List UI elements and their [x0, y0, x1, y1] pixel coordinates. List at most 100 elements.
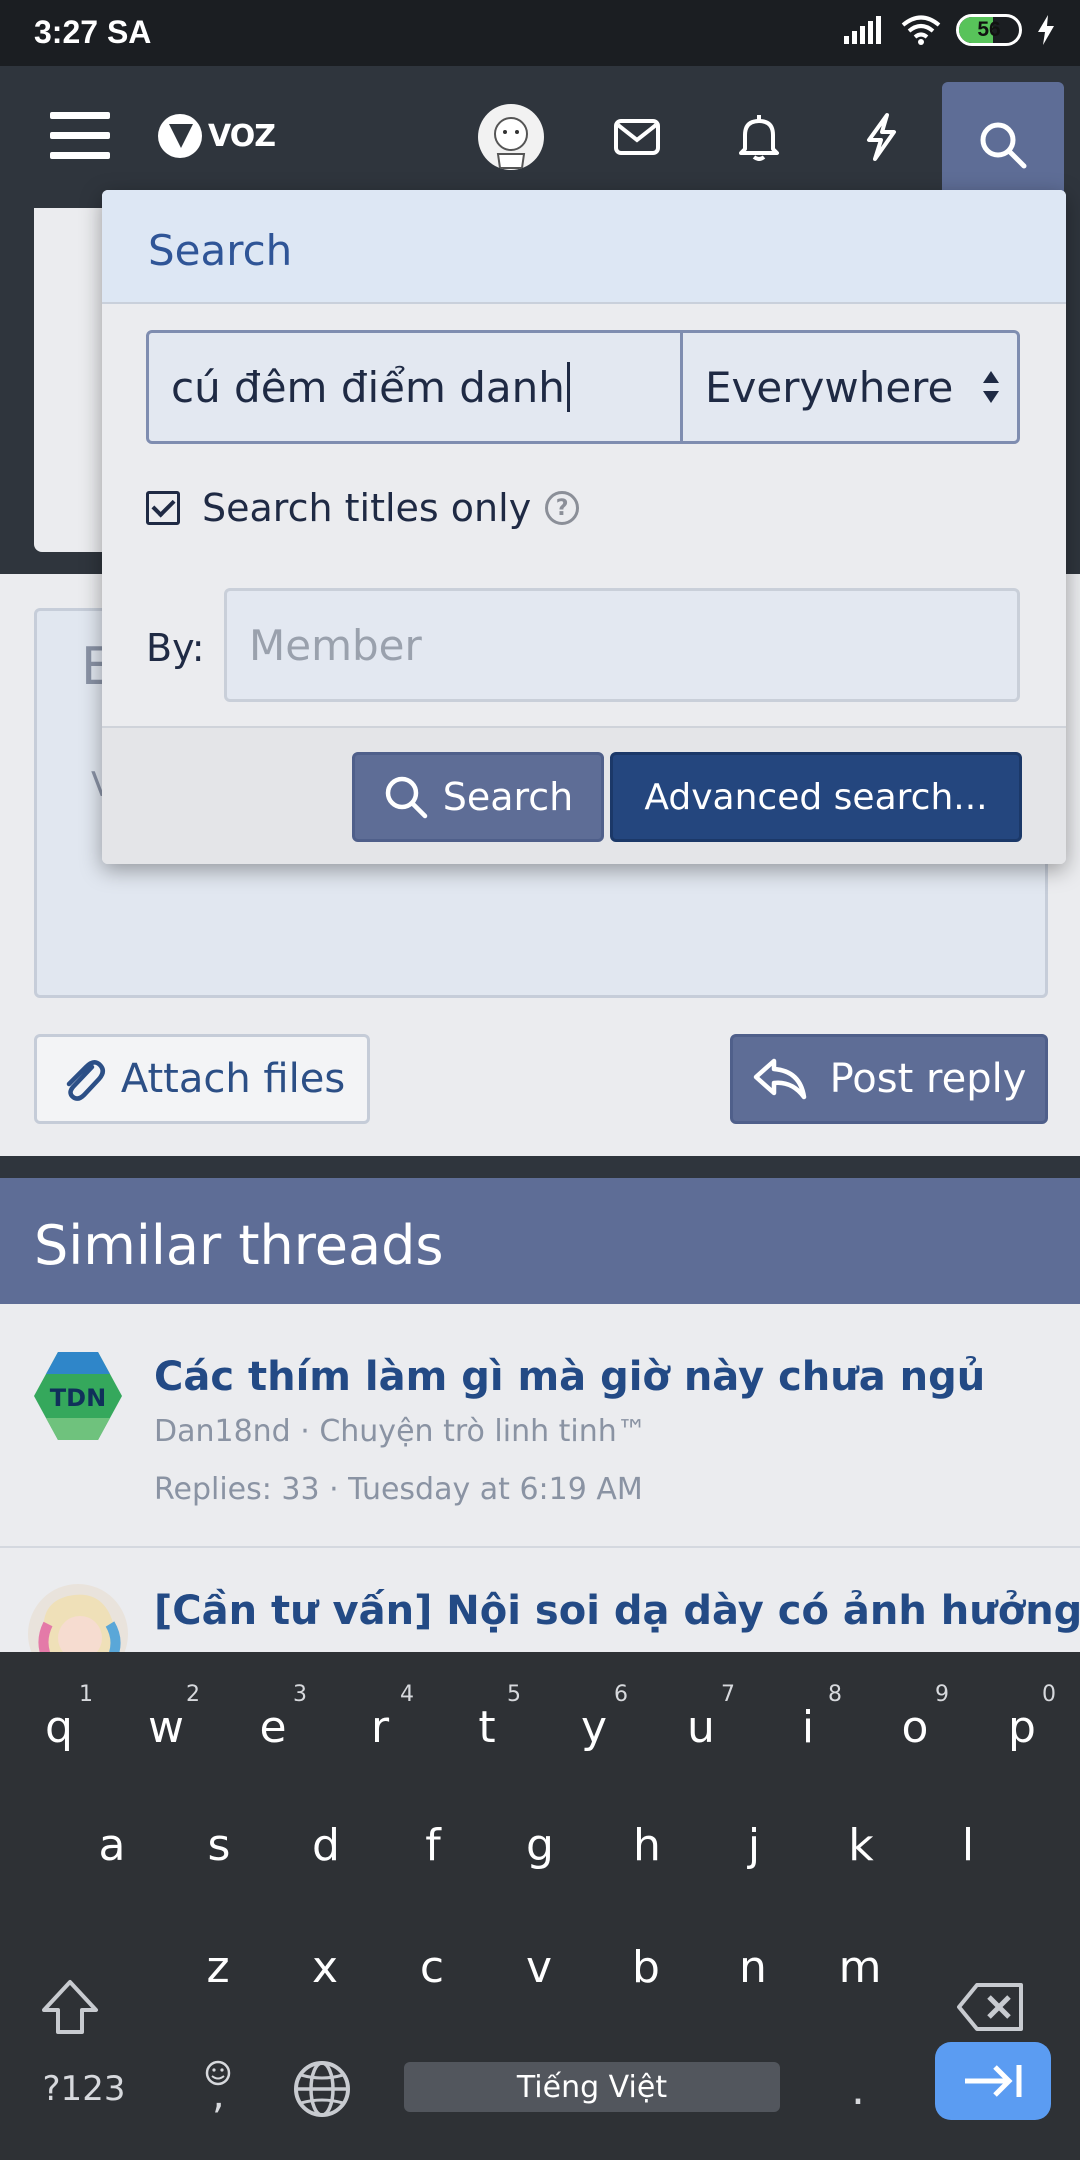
key-m[interactable]: m	[820, 1922, 900, 2012]
thread-item[interactable]: [Cần tư vấn] Nội soi dạ dày có ảnh hưởng	[0, 1550, 1080, 1684]
search-icon	[385, 776, 427, 819]
attach-files-label: Attach files	[120, 1056, 346, 1102]
key-f[interactable]: f	[393, 1800, 473, 1890]
post-reply-button[interactable]: Post reply	[730, 1034, 1048, 1124]
attach-files-button[interactable]: Attach files	[34, 1034, 370, 1124]
key-a[interactable]: a	[72, 1800, 152, 1890]
bell-icon[interactable]	[724, 102, 794, 172]
globe-icon	[294, 2061, 350, 2117]
advanced-search-button[interactable]: Advanced search...	[610, 752, 1022, 842]
paperclip-icon	[66, 1060, 105, 1101]
key-hint: 0	[1042, 1682, 1056, 1707]
key-label: a	[98, 1819, 126, 1871]
key-label: p	[1008, 1701, 1036, 1753]
menu-icon[interactable]	[50, 112, 110, 160]
search-scope-select[interactable]: Everywhere	[683, 333, 1017, 441]
key-hint: 1	[79, 1682, 93, 1707]
key-v[interactable]: v	[499, 1922, 579, 2012]
key-label: l	[961, 1819, 975, 1871]
period-key[interactable]: .	[818, 2044, 898, 2134]
key-label: i	[801, 1701, 815, 1753]
language-key[interactable]	[282, 2044, 362, 2134]
key-hint: 3	[293, 1682, 307, 1707]
signal-icon	[844, 16, 881, 44]
backspace-key[interactable]	[950, 1962, 1030, 2052]
key-p[interactable]: p0	[982, 1682, 1062, 1772]
key-j[interactable]: j	[714, 1800, 794, 1890]
thread-avatar[interactable]: TDN	[28, 1346, 128, 1446]
key-u[interactable]: u7	[661, 1682, 741, 1772]
key-label: h	[633, 1819, 661, 1871]
key-y[interactable]: y6	[554, 1682, 634, 1772]
key-n[interactable]: n	[713, 1922, 793, 2012]
logo-text: VOZ	[208, 118, 276, 154]
key-label: v	[525, 1941, 553, 1993]
shift-key[interactable]	[30, 1962, 110, 2052]
lightning-icon[interactable]	[846, 102, 916, 172]
key-k[interactable]: k	[821, 1800, 901, 1890]
inbox-icon[interactable]	[602, 102, 672, 172]
key-label: y	[580, 1701, 608, 1753]
logo-mark	[158, 114, 202, 158]
key-b[interactable]: b	[606, 1922, 686, 2012]
backspace-icon	[957, 1983, 1023, 2031]
key-d[interactable]: d	[286, 1800, 366, 1890]
key-r[interactable]: r4	[340, 1682, 420, 1772]
search-input[interactable]: cú đêm điểm danh	[149, 333, 683, 441]
key-h[interactable]: h	[607, 1800, 687, 1890]
titles-only-checkbox[interactable]	[146, 491, 180, 525]
enter-key[interactable]	[935, 2042, 1051, 2120]
key-i[interactable]: i8	[768, 1682, 848, 1772]
search-submit-label: Search	[442, 775, 574, 819]
site-logo[interactable]: VOZ	[158, 114, 276, 158]
thread-item[interactable]: TDN Các thím làm gì mà giờ này chưa ngủ …	[0, 1304, 1080, 1548]
similar-threads-header: Similar threads	[0, 1178, 1080, 1304]
key-x[interactable]: x	[285, 1922, 365, 2012]
key-hint: 5	[507, 1682, 521, 1707]
key-g[interactable]: g	[500, 1800, 580, 1890]
key-label: d	[312, 1819, 340, 1871]
search-query: cú đêm điểm danh	[171, 362, 565, 412]
by-label: By:	[146, 626, 205, 670]
key-hint: 4	[400, 1682, 414, 1707]
key-label: s	[207, 1819, 231, 1871]
key-label: c	[419, 1941, 445, 1993]
app-header: VOZ	[0, 66, 1080, 208]
help-icon[interactable]: ?	[545, 491, 580, 525]
key-label: g	[526, 1819, 554, 1871]
symbols-key[interactable]: ?123	[34, 2044, 134, 2134]
key-label: r	[370, 1701, 390, 1753]
search-row: cú đêm điểm danh Everywhere	[146, 330, 1020, 444]
thread-title[interactable]: Các thím làm gì mà giờ này chưa ngủ	[154, 1354, 985, 1400]
key-o[interactable]: o9	[875, 1682, 955, 1772]
titles-only-label[interactable]: Search titles only	[202, 486, 531, 530]
thread-stats: Replies: 33 · Tuesday at 6:19 AM	[154, 1472, 643, 1507]
key-label: o	[901, 1701, 929, 1753]
post-reply-label: Post reply	[829, 1056, 1027, 1102]
status-time: 3:27 SA	[34, 14, 152, 50]
key-l[interactable]: l	[928, 1800, 1008, 1890]
space-key[interactable]: Tiếng Việt	[404, 2062, 780, 2112]
key-s[interactable]: s	[179, 1800, 259, 1890]
key-z[interactable]: z	[178, 1922, 258, 2012]
key-hint: 8	[828, 1682, 842, 1707]
search-submit-button[interactable]: Search	[352, 752, 604, 842]
section-separator	[0, 1156, 1080, 1178]
key-label: k	[848, 1819, 874, 1871]
thread-title[interactable]: [Cần tư vấn] Nội soi dạ dày có ảnh hưởng	[154, 1588, 1080, 1634]
user-avatar[interactable]	[478, 104, 544, 170]
search-popup-title: Search	[102, 190, 1066, 304]
battery-indicator: 56	[956, 14, 1022, 46]
battery-level: 56	[977, 18, 1001, 41]
member-input[interactable]: Member	[224, 588, 1020, 702]
key-label: z	[206, 1941, 230, 1993]
key-w[interactable]: w2	[126, 1682, 206, 1772]
wifi-icon	[901, 15, 941, 45]
key-label: n	[739, 1941, 767, 1993]
key-hint: 9	[935, 1682, 949, 1707]
key-q[interactable]: q1	[19, 1682, 99, 1772]
emoji-comma-key[interactable]: ,	[178, 2044, 258, 2134]
key-t[interactable]: t5	[447, 1682, 527, 1772]
key-c[interactable]: c	[392, 1922, 472, 2012]
key-e[interactable]: e3	[233, 1682, 313, 1772]
